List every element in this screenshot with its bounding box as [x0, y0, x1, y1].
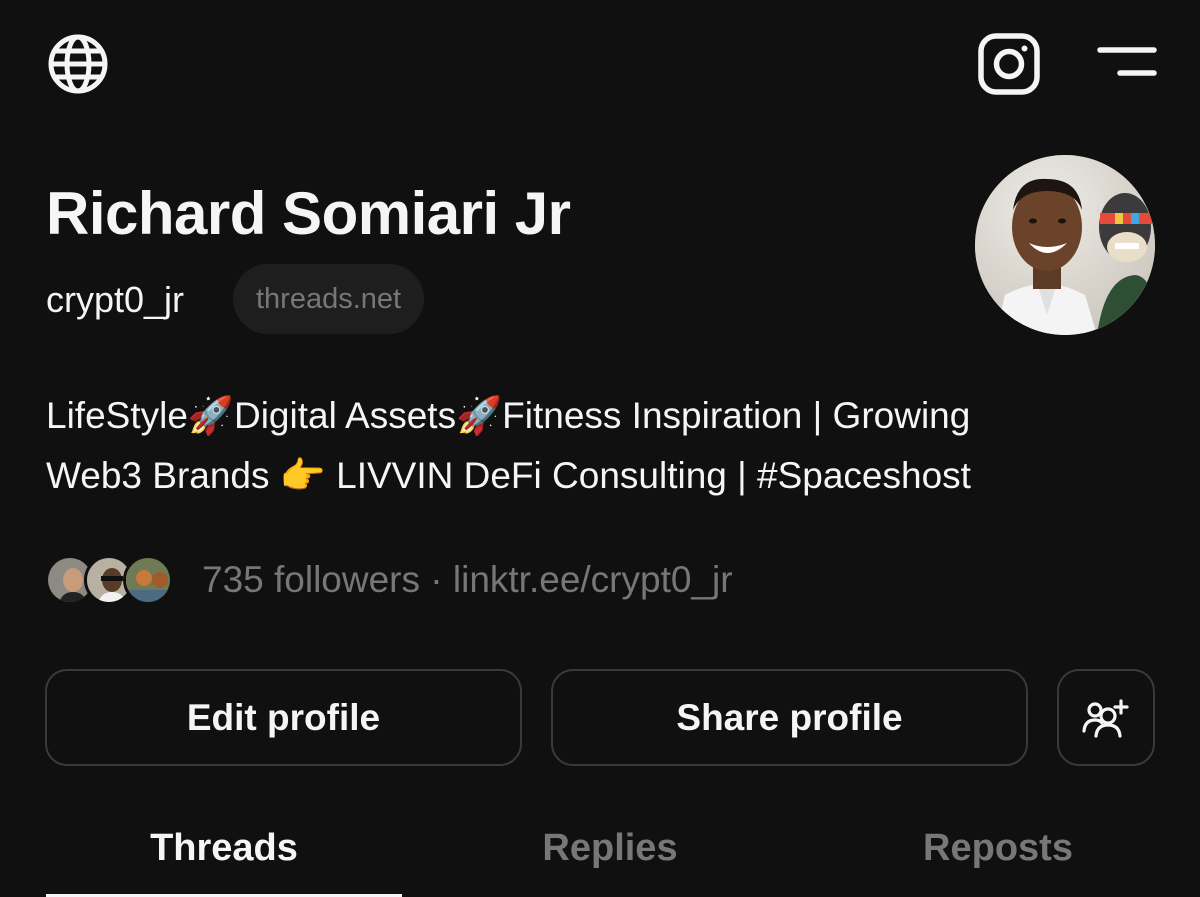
globe-icon[interactable]	[46, 32, 110, 96]
menu-icon[interactable]	[1096, 44, 1158, 80]
add-person-button[interactable]	[1057, 669, 1155, 766]
tab-reposts[interactable]: Reposts	[820, 822, 1176, 874]
avatar[interactable]	[975, 155, 1155, 335]
profile-bio: LifeStyle🚀Digital Assets🚀Fitness Inspira…	[46, 386, 1166, 506]
bio-line: Web3 Brands 👉 LIVVIN DeFi Consulting | #…	[46, 455, 971, 496]
add-person-icon	[1082, 698, 1129, 738]
domain-badge[interactable]: threads.net	[233, 264, 425, 334]
instagram-icon[interactable]	[977, 32, 1041, 96]
tab-threads[interactable]: Threads	[46, 822, 402, 874]
share-profile-button[interactable]: Share profile	[551, 669, 1028, 766]
tab-replies[interactable]: Replies	[432, 822, 788, 874]
follower-avatar[interactable]	[123, 555, 173, 605]
followers-count-link[interactable]: 735 followers · linktr.ee/crypt0_jr	[202, 556, 733, 604]
bio-line: LifeStyle🚀Digital Assets🚀Fitness Inspira…	[46, 395, 971, 436]
profile-name: Richard Somiari Jr	[46, 180, 571, 247]
profile-handle: crypt0_jr	[46, 279, 185, 320]
edit-profile-button[interactable]: Edit profile	[45, 669, 522, 766]
